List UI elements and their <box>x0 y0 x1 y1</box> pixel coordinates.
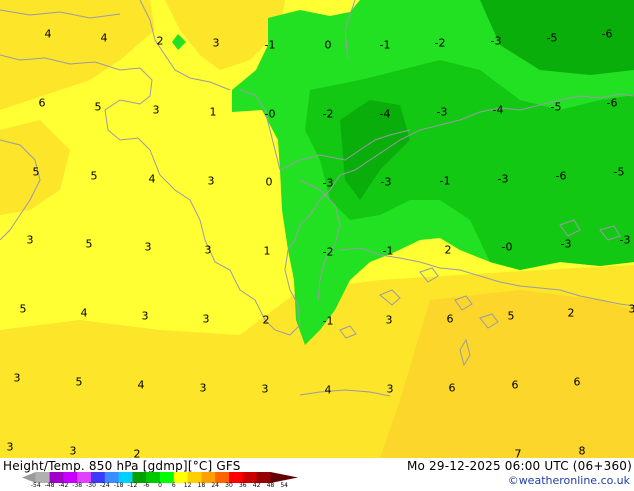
color-scale-tick-label: 48 <box>267 483 275 489</box>
temperature-value-label: -3 <box>498 174 509 185</box>
temperature-value-label: -0 <box>265 109 276 120</box>
temperature-value-label: 3 <box>205 245 212 256</box>
temperature-value-label: -0 <box>502 242 513 253</box>
temperature-value-label: -6 <box>556 171 567 182</box>
temperature-value-label: 3 <box>213 38 220 49</box>
temperature-value-label: 2 <box>157 36 164 47</box>
temperature-value-label: 5 <box>508 311 515 322</box>
temperature-value-label: 5 <box>33 167 40 178</box>
color-scale-tick-label: 36 <box>239 483 247 489</box>
temperature-value-label: -2 <box>323 247 334 258</box>
run-info: Mo 29-12-2025 06:00 UTC (06+360) <box>407 459 632 473</box>
temperature-value-label: 3 <box>70 446 77 457</box>
color-scale-tick-label: -6 <box>143 483 149 489</box>
temperature-value-label: 3 <box>208 176 215 187</box>
weather-map-view: 4423-10-1-2-3-5-66531-0-2-4-3-4-5-655430… <box>0 0 634 490</box>
temperature-value-label: -3 <box>437 107 448 118</box>
temperature-value-label: 6 <box>447 314 454 325</box>
color-scale-tick-label: -30 <box>86 483 96 489</box>
temperature-value-label: 4 <box>149 174 156 185</box>
temperature-value-label: 6 <box>449 383 456 394</box>
temperature-value-label: -1 <box>383 246 394 257</box>
temperature-value-label: -2 <box>323 109 334 120</box>
color-scale-tick-label: -54 <box>31 483 41 489</box>
color-scale-tick-label: 42 <box>253 483 261 489</box>
temperature-value-label: -3 <box>381 177 392 188</box>
temperature-value-label: -3 <box>491 36 502 47</box>
temperature-value-label: 4 <box>138 380 145 391</box>
temperature-value-label: 5 <box>20 304 27 315</box>
color-scale-tick-label: -38 <box>72 483 82 489</box>
temperature-value-label: 4 <box>325 385 332 396</box>
temperature-value-label: -4 <box>493 105 504 116</box>
temperature-map <box>0 0 634 458</box>
color-scale-tick-label: 0 <box>158 483 162 489</box>
temperature-value-label: 5 <box>91 171 98 182</box>
temperature-value-label: 5 <box>95 102 102 113</box>
credit-link[interactable]: ©weatheronline.co.uk <box>508 474 630 487</box>
temperature-value-label: 5 <box>86 239 93 250</box>
temperature-value-label: 3 <box>145 242 152 253</box>
product-title: Height/Temp. 850 hPa [gdmp][°C] GFS <box>3 459 241 473</box>
temperature-value-label: 8 <box>579 446 586 457</box>
temperature-value-label: -2 <box>435 38 446 49</box>
temperature-value-label: 1 <box>210 107 217 118</box>
temperature-value-label: 4 <box>45 29 52 40</box>
temperature-value-label: 3 <box>14 373 21 384</box>
color-scale-tick-label: 6 <box>172 483 176 489</box>
temperature-value-label: 3 <box>142 311 149 322</box>
temperature-value-label: 1 <box>264 246 271 257</box>
temperature-value-label: -1 <box>323 316 334 327</box>
temperature-value-label: 3 <box>203 314 210 325</box>
temperature-value-label: 2 <box>263 315 270 326</box>
color-scale-tick-label: 24 <box>211 483 219 489</box>
temperature-value-label: -6 <box>607 98 618 109</box>
temperature-value-label: -6 <box>602 29 613 40</box>
temperature-value-label: 4 <box>101 33 108 44</box>
color-scale-tick-label: -42 <box>58 483 68 489</box>
temperature-value-label: -3 <box>561 239 572 250</box>
temperature-value-label: 3 <box>262 384 269 395</box>
color-scale-tick-label: 54 <box>280 483 288 489</box>
color-scale-tick-label: -48 <box>45 483 55 489</box>
temperature-value-label: -5 <box>614 167 625 178</box>
temperature-value-label: 5 <box>76 377 83 388</box>
temperature-value-label: 3 <box>153 105 160 116</box>
color-scale-tick-label: -24 <box>100 483 110 489</box>
temperature-value-label: -5 <box>547 33 558 44</box>
temperature-value-label: 6 <box>574 377 581 388</box>
temperature-value-label: 3 <box>27 235 34 246</box>
temperature-value-label: 2 <box>568 308 575 319</box>
color-scale-tick-label: 12 <box>184 483 192 489</box>
temperature-value-label: 2 <box>445 245 452 256</box>
temperature-value-label: -1 <box>380 40 391 51</box>
temperature-value-label: 3 <box>629 304 634 315</box>
temperature-value-label: -3 <box>323 178 334 189</box>
temperature-value-label: 3 <box>386 315 393 326</box>
color-scale-tick-label: -12 <box>127 483 137 489</box>
color-scale-tick-label: 30 <box>225 483 233 489</box>
color-scale-tick-label: 18 <box>198 483 206 489</box>
temperature-value-label: -4 <box>380 109 391 120</box>
temperature-value-label: -1 <box>265 40 276 51</box>
temperature-value-label: 3 <box>7 442 14 453</box>
temperature-value-label: 3 <box>387 384 394 395</box>
temperature-value-label: 6 <box>512 380 519 391</box>
temperature-value-label: -5 <box>551 102 562 113</box>
temperature-value-label: -3 <box>620 235 631 246</box>
temperature-value-label: 6 <box>39 98 46 109</box>
temperature-value-label: 0 <box>325 40 332 51</box>
temperature-value-label: 0 <box>266 177 273 188</box>
temperature-value-label: 3 <box>200 383 207 394</box>
temperature-value-label: -1 <box>440 176 451 187</box>
temperature-value-label: 4 <box>81 308 88 319</box>
color-scale-tick-label: -18 <box>114 483 124 489</box>
map-footer: Height/Temp. 850 hPa [gdmp][°C] GFS Mo 2… <box>0 458 634 490</box>
